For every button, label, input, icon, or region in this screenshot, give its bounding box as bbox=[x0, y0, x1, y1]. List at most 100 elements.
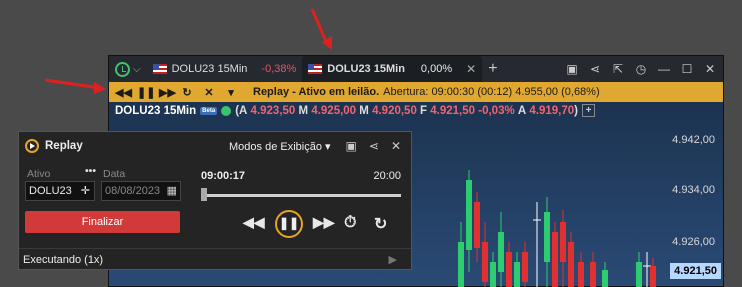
clock-icon[interactable]: ◷ bbox=[634, 62, 648, 76]
candle bbox=[650, 266, 656, 287]
share-icon[interactable]: ⋖ bbox=[588, 62, 602, 76]
restart-icon[interactable]: ↻ bbox=[374, 214, 387, 234]
data-label: Data bbox=[103, 168, 126, 180]
tab-chart-2[interactable]: DOLU23 15Min 0,00% ✕ bbox=[302, 56, 483, 82]
candle bbox=[466, 180, 472, 250]
rewind-button[interactable]: ◀◀ bbox=[243, 214, 265, 231]
candle bbox=[490, 262, 496, 287]
us-flag-icon bbox=[152, 64, 167, 74]
replay-dialog-header: Replay Modos de Exibição ▾ ▣ ⋖ ✕ bbox=[19, 132, 411, 160]
fast-forward-icon[interactable]: ▶▶ bbox=[159, 86, 176, 99]
close-replay-icon[interactable]: ✕ bbox=[203, 86, 215, 99]
candle bbox=[602, 270, 608, 287]
replay-clock-button[interactable]: ⌵ bbox=[115, 61, 141, 77]
add-tab-icon[interactable]: + bbox=[488, 60, 497, 78]
slider-handle[interactable] bbox=[201, 188, 207, 201]
crosshair-icon[interactable]: ✛ bbox=[81, 184, 90, 197]
candle bbox=[522, 252, 528, 282]
close-tab-icon[interactable]: ✕ bbox=[466, 62, 476, 76]
calendar-icon[interactable]: ▦ bbox=[167, 184, 177, 197]
annotation-arrow-left bbox=[44, 78, 106, 94]
candle bbox=[590, 262, 596, 287]
ohlc-bar: DOLU23 15Min Beta ( A 4.923,50 M 4.925,0… bbox=[115, 104, 596, 117]
tab-label: DOLU23 15Min bbox=[327, 63, 405, 75]
replay-window-icon[interactable]: ▣ bbox=[565, 62, 579, 76]
add-indicator-icon[interactable]: + bbox=[582, 104, 596, 117]
tab-chart-1[interactable]: DOLU23 15Min -0,38% bbox=[147, 56, 303, 82]
candle bbox=[498, 232, 504, 272]
candle bbox=[544, 212, 550, 262]
candle bbox=[514, 262, 520, 287]
tab-change: 0,00% bbox=[420, 63, 453, 75]
close-value: 4.921,50 bbox=[430, 104, 476, 117]
candle bbox=[636, 262, 642, 287]
candles bbox=[458, 170, 656, 287]
min-value: 4.920,50 bbox=[372, 104, 417, 117]
caret-down-icon: ▾ bbox=[325, 141, 331, 153]
last-value: 4.919,70 bbox=[529, 104, 575, 117]
close-label: F bbox=[420, 104, 428, 117]
replay-playback: 09:00:17 20:00 ◀◀ ❚❚ ▶▶ ⏱ ↻ bbox=[201, 168, 401, 248]
replay-dialog-title: Replay bbox=[45, 140, 83, 152]
rewind-icon[interactable]: ◀◀ bbox=[115, 86, 132, 99]
last-label: A bbox=[517, 104, 527, 117]
y-axis-label: 4.942,00 bbox=[672, 134, 715, 146]
replay-dialog: Replay Modos de Exibição ▾ ▣ ⋖ ✕ Ativo •… bbox=[18, 131, 412, 270]
pause-icon[interactable]: ❚❚ bbox=[137, 86, 155, 99]
tab-change: -0,38% bbox=[261, 63, 297, 75]
candle bbox=[578, 262, 584, 287]
tab-bar: ⌵ DOLU23 15Min -0,38% DOLU23 15Min 0,00%… bbox=[109, 56, 723, 82]
dropdown-icon[interactable]: ▾ bbox=[225, 86, 237, 99]
replay-title: Replay - Ativo em leilão. bbox=[253, 86, 380, 98]
chevron-down-icon: ⌵ bbox=[133, 63, 141, 75]
replay-info: Abertura: 09:00:30 (00:12) 4.955,00 (0,6… bbox=[383, 86, 600, 98]
candle bbox=[506, 252, 512, 287]
replay-status-bar: ◀◀ ❚❚ ▶▶ ↻ ✕ ▾ Replay - Ativo em leilão.… bbox=[109, 82, 723, 102]
candle bbox=[474, 202, 480, 248]
replay-dialog-icons: ▣ ⋖ ✕ bbox=[346, 139, 401, 153]
external-link-icon[interactable]: ⇱ bbox=[611, 62, 625, 76]
candle bbox=[560, 222, 566, 262]
ativo-value: DOLU23 bbox=[29, 185, 72, 197]
ativo-field[interactable]: DOLU23 ✛ bbox=[25, 181, 95, 201]
play-icon[interactable]: ▶ bbox=[389, 253, 397, 266]
date-field[interactable]: 08/08/2023 ▦ bbox=[101, 181, 181, 201]
candle bbox=[552, 232, 558, 287]
y-axis-label: 4.926,00 bbox=[672, 236, 715, 248]
y-axis-label: 4.934,00 bbox=[672, 184, 715, 196]
max-label: M bbox=[298, 104, 309, 117]
finalizar-button[interactable]: Finalizar bbox=[25, 211, 180, 233]
date-placeholder: 08/08/2023 bbox=[105, 185, 161, 197]
close-icon[interactable]: ✕ bbox=[703, 62, 717, 76]
tab-label: DOLU23 15Min bbox=[171, 63, 248, 75]
us-flag-icon bbox=[308, 64, 323, 74]
change-value: -0,03% bbox=[478, 104, 515, 117]
replay-window-icon[interactable]: ▣ bbox=[346, 139, 357, 153]
maximize-icon[interactable]: ☐ bbox=[680, 62, 694, 76]
share-icon[interactable]: ⋖ bbox=[369, 139, 379, 153]
timer-icon[interactable]: ⏱ bbox=[344, 214, 356, 232]
fast-forward-button[interactable]: ▶▶ bbox=[313, 214, 335, 231]
time-slider[interactable] bbox=[205, 194, 401, 197]
ativo-label: Ativo bbox=[27, 168, 51, 180]
min-label: M bbox=[359, 104, 369, 117]
replay-icon bbox=[25, 139, 39, 153]
open-label: A bbox=[239, 104, 248, 117]
candle bbox=[458, 242, 464, 287]
symbol-label: DOLU23 15Min bbox=[115, 104, 197, 117]
current-time: 09:00:17 bbox=[201, 170, 246, 182]
annotation-arrow-top bbox=[310, 8, 332, 50]
reset-icon[interactable]: ↻ bbox=[181, 86, 193, 99]
pause-button[interactable]: ❚❚ bbox=[275, 210, 303, 238]
display-modes-dropdown[interactable]: Modos de Exibição ▾ bbox=[229, 140, 331, 153]
close-icon[interactable]: ✕ bbox=[391, 139, 401, 153]
max-value: 4.925,00 bbox=[311, 104, 357, 117]
candle bbox=[482, 242, 488, 282]
execution-status: Executando (1x) bbox=[23, 253, 104, 266]
more-icon[interactable]: ••• bbox=[85, 165, 96, 177]
replay-status: Executando (1x) ▶ bbox=[19, 248, 411, 270]
display-modes-label: Modos de Exibição bbox=[229, 141, 322, 153]
clock-icon bbox=[115, 61, 130, 77]
open-value: 4.923,50 bbox=[250, 104, 296, 117]
minimize-icon[interactable]: — bbox=[657, 62, 671, 76]
